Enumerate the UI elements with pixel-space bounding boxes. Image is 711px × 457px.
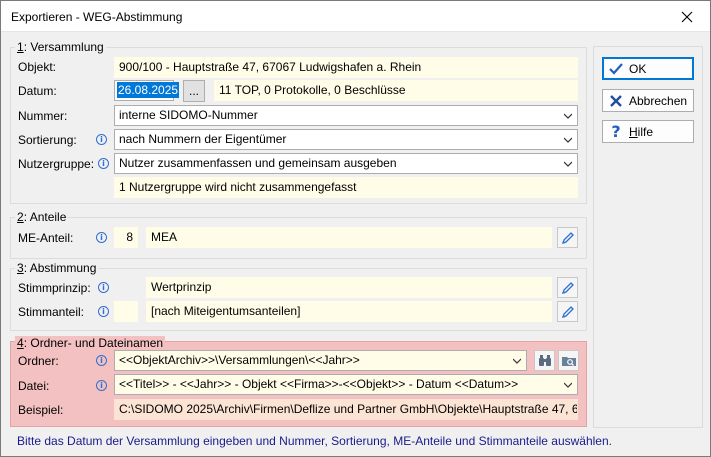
nummer-select[interactable]: interne SIDOMO-Nummer (114, 105, 578, 126)
stimmanteil-label: Stimmanteil: (18, 305, 85, 319)
nutzergruppe-label: Nutzergruppe: (18, 157, 95, 171)
ordner-browse-button[interactable] (534, 350, 555, 371)
abbrechen-button[interactable]: Abbrechen (602, 89, 694, 112)
export-dialog: Exportieren - WEG-Abstimmung 1: Versamml… (0, 0, 711, 457)
checkmark-icon (609, 62, 623, 75)
beispiel-field: C:\SIDOMO 2025\Archiv\Firmen\Deflize und… (114, 399, 578, 420)
datum-picker-button[interactable]: ... (183, 80, 205, 102)
stimmprinzip-label: Stimmprinzip: (18, 281, 91, 295)
datei-label: Datei: (18, 379, 50, 393)
stimmanteil-field: [nach Miteigentumsanteilen] (146, 301, 552, 322)
group-versammlung-legend: 1: Versammlung (15, 40, 106, 54)
status-text: Bitte das Datum der Versammlung eingeben… (17, 434, 612, 448)
chevron-down-icon (564, 137, 572, 143)
ok-button[interactable]: OK (602, 57, 694, 80)
stimmanteil-number (114, 301, 138, 322)
group-abstimmung-legend: 3: Abstimmung (15, 261, 99, 275)
beispiel-label: Beispiel: (18, 403, 64, 417)
me-anteil-edit-button[interactable] (557, 227, 578, 248)
stimmanteil-edit-button[interactable] (557, 301, 578, 322)
folder-search-icon (561, 356, 576, 366)
pencil-icon (561, 305, 574, 318)
pencil-icon (561, 281, 574, 294)
info-icon[interactable]: i (98, 282, 109, 293)
hilfe-button[interactable]: ? Hilfe (602, 120, 694, 143)
nutzergruppe-info-field: 1 Nutzergruppe wird nicht zusammengefass… (114, 177, 578, 198)
me-anteil-label: ME-Anteil: (18, 231, 74, 245)
nummer-label: Nummer: (18, 109, 68, 123)
close-icon (681, 11, 693, 22)
stimmprinzip-field: Wertprinzip (146, 277, 552, 298)
objekt-label: Objekt: (18, 60, 57, 74)
datum-input[interactable]: 26.08.2025 (114, 80, 180, 101)
datum-label: Datum: (18, 84, 57, 98)
info-icon[interactable]: i (96, 134, 107, 145)
me-anteil-field: MEA (146, 227, 552, 248)
group-anteile-legend: 2: Anteile (15, 210, 69, 224)
ordner-label: Ordner: (18, 354, 59, 368)
cross-icon (610, 94, 622, 107)
stimmprinzip-edit-button[interactable] (557, 277, 578, 298)
sortierung-label: Sortierung: (18, 133, 77, 147)
datum-info-field: 11 TOP, 0 Protokolle, 0 Beschlüsse (214, 80, 578, 101)
group-ordner-legend: 4: Ordner- und Dateinamen (15, 336, 166, 350)
pencil-icon (561, 231, 574, 244)
chevron-down-icon (564, 382, 572, 388)
datei-select[interactable]: <<Titel>> - <<Jahr>> - Objekt <<Firma>>-… (114, 374, 578, 395)
info-icon[interactable]: i (96, 355, 107, 366)
chevron-down-icon (564, 161, 572, 167)
chevron-down-icon (513, 358, 521, 364)
sortierung-select[interactable]: nach Nummern der Eigentümer (114, 129, 578, 150)
objekt-field: 900/100 - Hauptstraße 47, 67067 Ludwigsh… (114, 57, 578, 78)
close-button[interactable] (664, 1, 710, 32)
window-title: Exportieren - WEG-Abstimmung (11, 10, 183, 24)
chevron-down-icon (564, 113, 572, 119)
me-anteil-number: 8 (114, 227, 138, 248)
info-icon[interactable]: i (98, 306, 109, 317)
ordner-select[interactable]: <<ObjektArchiv>>\Versammlungen\<<Jahr>> (114, 350, 527, 371)
ordner-open-button[interactable] (558, 350, 579, 371)
title-bar: Exportieren - WEG-Abstimmung (1, 1, 710, 32)
question-icon: ? (611, 122, 621, 141)
binoculars-icon (538, 354, 551, 366)
nutzergruppe-select[interactable]: Nutzer zusammenfassen und gemeinsam ausg… (114, 153, 578, 174)
info-icon[interactable]: i (96, 232, 107, 243)
info-icon[interactable]: i (96, 380, 107, 391)
info-icon[interactable]: i (98, 158, 109, 169)
datum-value: 26.08.2025 (117, 82, 180, 98)
